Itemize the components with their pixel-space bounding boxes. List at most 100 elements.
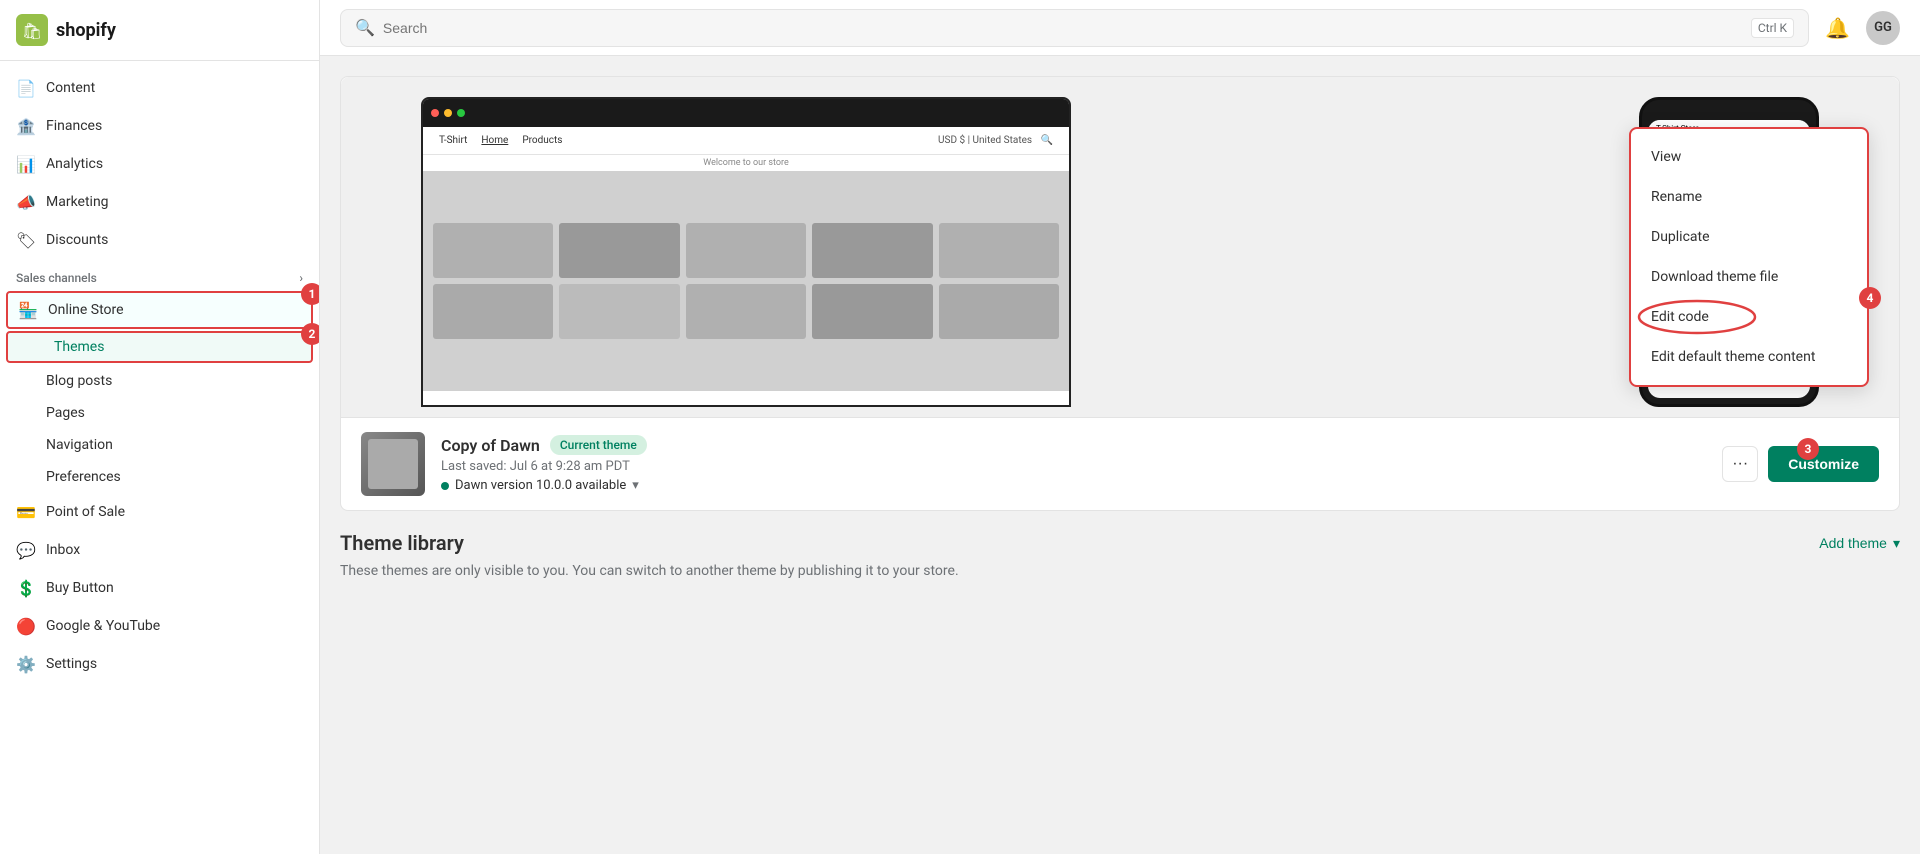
- app-name: shopify: [56, 20, 116, 41]
- close-dot: [431, 109, 439, 117]
- theme-library-title: Theme library: [340, 531, 464, 555]
- sidebar-item-preferences[interactable]: Preferences: [0, 461, 319, 493]
- theme-info-bar: Copy of Dawn Current theme Last saved: J…: [341, 417, 1899, 510]
- sidebar-navigation: 📄 Content 🏦 Finances 📊 Analytics 📣 Marke…: [0, 61, 319, 854]
- search-input[interactable]: [383, 20, 1743, 36]
- sidebar-item-label: Analytics: [46, 156, 103, 172]
- blog-posts-label: Blog posts: [46, 373, 112, 389]
- store-header: T-Shirt Home Products USD $ | United Sta…: [423, 127, 1069, 155]
- sidebar-item-label: Inbox: [46, 542, 80, 558]
- product-item: [939, 223, 1059, 278]
- theme-version: Dawn version 10.0.0 available ▾: [441, 478, 1706, 493]
- buy-button-icon: 💲: [16, 578, 36, 598]
- search-box[interactable]: 🔍 Ctrl K: [340, 9, 1809, 47]
- sidebar-item-label: Finances: [46, 118, 102, 134]
- store-name: T-Shirt: [439, 135, 467, 146]
- sidebar-item-buy-button[interactable]: 💲 Buy Button: [0, 569, 319, 607]
- browser-bar: [423, 99, 1069, 127]
- add-theme-chevron-icon: ▾: [1893, 535, 1900, 552]
- sidebar-item-finances[interactable]: 🏦 Finances: [0, 107, 319, 145]
- browser-content: T-Shirt Home Products USD $ | United Sta…: [423, 127, 1069, 405]
- badge-1: 1: [301, 283, 320, 305]
- dropdown-view[interactable]: View: [1631, 137, 1867, 177]
- sidebar: 🛍 shopify 📄 Content 🏦 Finances 📊 Analyti…: [0, 0, 320, 854]
- sidebar-item-settings[interactable]: ⚙️ Settings: [0, 645, 319, 683]
- topbar: 🔍 Ctrl K 🔔 GG: [320, 0, 1920, 56]
- product-item: [812, 284, 932, 339]
- user-avatar[interactable]: GG: [1866, 11, 1900, 45]
- sidebar-logo: 🛍 shopify: [0, 0, 319, 61]
- inbox-icon: 💬: [16, 540, 36, 560]
- sidebar-item-label: Buy Button: [46, 580, 114, 596]
- more-icon: ···: [1732, 455, 1748, 473]
- dropdown-edit-default[interactable]: Edit default theme content: [1631, 337, 1867, 377]
- sidebar-item-online-store[interactable]: 🏪 Online Store: [6, 291, 313, 329]
- maximize-dot: [457, 109, 465, 117]
- main-content: 🔍 Ctrl K 🔔 GG: [320, 0, 1920, 854]
- dropdown-rename[interactable]: Rename: [1631, 177, 1867, 217]
- dropdown-duplicate[interactable]: Duplicate: [1631, 217, 1867, 257]
- sidebar-item-themes[interactable]: Themes: [6, 331, 313, 363]
- sidebar-item-navigation[interactable]: Navigation: [0, 429, 319, 461]
- badge-4: 4: [1859, 287, 1881, 309]
- sidebar-item-label: Settings: [46, 656, 97, 672]
- badge-2: 2: [301, 323, 320, 345]
- dropdown-edit-code[interactable]: Edit code 4: [1631, 297, 1867, 337]
- nav-home[interactable]: Home: [481, 135, 508, 146]
- products-grid: [423, 213, 1069, 349]
- theme-details: Copy of Dawn Current theme Last saved: J…: [441, 435, 1706, 493]
- sidebar-item-label: Discounts: [46, 232, 108, 248]
- sidebar-item-pos[interactable]: 💳 Point of Sale: [0, 493, 319, 531]
- store-body: [423, 171, 1069, 391]
- sidebar-item-label: Content: [46, 80, 95, 96]
- sidebar-item-pages[interactable]: Pages: [0, 397, 319, 429]
- sidebar-item-label: Online Store: [48, 302, 124, 318]
- theme-thumbnail: [361, 432, 425, 496]
- preferences-label: Preferences: [46, 469, 121, 485]
- product-item: [812, 223, 932, 278]
- theme-name: Copy of Dawn: [441, 436, 540, 455]
- product-item: [686, 284, 806, 339]
- sidebar-item-inbox[interactable]: 💬 Inbox: [0, 531, 319, 569]
- current-theme-badge: Current theme: [550, 435, 647, 455]
- product-item: [686, 223, 806, 278]
- theme-library-header: Theme library Add theme ▾: [340, 531, 1900, 555]
- customize-button[interactable]: Customize: [1768, 446, 1879, 482]
- version-dot: [441, 482, 449, 490]
- theme-actions: ··· 3 Customize: [1722, 446, 1879, 482]
- themes-label: Themes: [54, 339, 104, 355]
- product-item: [559, 223, 679, 278]
- dropdown-download[interactable]: Download theme file: [1631, 257, 1867, 297]
- welcome-text: Welcome to our store: [423, 155, 1069, 171]
- product-item: [433, 223, 553, 278]
- settings-icon: ⚙️: [16, 654, 36, 674]
- sidebar-item-marketing[interactable]: 📣 Marketing: [0, 183, 319, 221]
- sidebar-item-discounts[interactable]: 🏷 Discounts: [0, 221, 319, 259]
- pages-label: Pages: [46, 405, 85, 421]
- sidebar-item-label: Point of Sale: [46, 504, 125, 520]
- theme-library-description: These themes are only visible to you. Yo…: [340, 563, 1900, 579]
- online-store-icon: 🏪: [18, 300, 38, 320]
- nav-products[interactable]: Products: [522, 135, 562, 146]
- sidebar-item-content[interactable]: 📄 Content: [0, 69, 319, 107]
- discounts-icon: 🏷: [16, 230, 36, 250]
- sidebar-item-analytics[interactable]: 📊 Analytics: [0, 145, 319, 183]
- content-icon: 📄: [16, 78, 36, 98]
- sidebar-item-label: Marketing: [46, 194, 109, 210]
- theme-name-row: Copy of Dawn Current theme: [441, 435, 1706, 455]
- sidebar-item-blog-posts[interactable]: Blog posts: [0, 365, 319, 397]
- notifications-bell-icon[interactable]: 🔔: [1825, 16, 1850, 40]
- google-youtube-icon: 🔴: [16, 616, 36, 636]
- sales-channels-section: Sales channels ›: [0, 259, 319, 289]
- more-options-button[interactable]: ···: [1722, 446, 1758, 482]
- add-theme-label: Add theme: [1819, 535, 1887, 551]
- dropdown-menu: View Rename Duplicate Download theme fil…: [1629, 127, 1869, 387]
- page-body: T-Shirt Home Products USD $ | United Sta…: [320, 56, 1920, 854]
- expand-icon[interactable]: ›: [299, 271, 303, 285]
- add-theme-button[interactable]: Add theme ▾: [1819, 535, 1900, 552]
- product-item: [939, 284, 1059, 339]
- theme-card: T-Shirt Home Products USD $ | United Sta…: [340, 76, 1900, 511]
- svg-text:🛍: 🛍: [22, 21, 42, 40]
- store-nav: T-Shirt Home Products: [439, 135, 562, 146]
- sidebar-item-google-youtube[interactable]: 🔴 Google & YouTube: [0, 607, 319, 645]
